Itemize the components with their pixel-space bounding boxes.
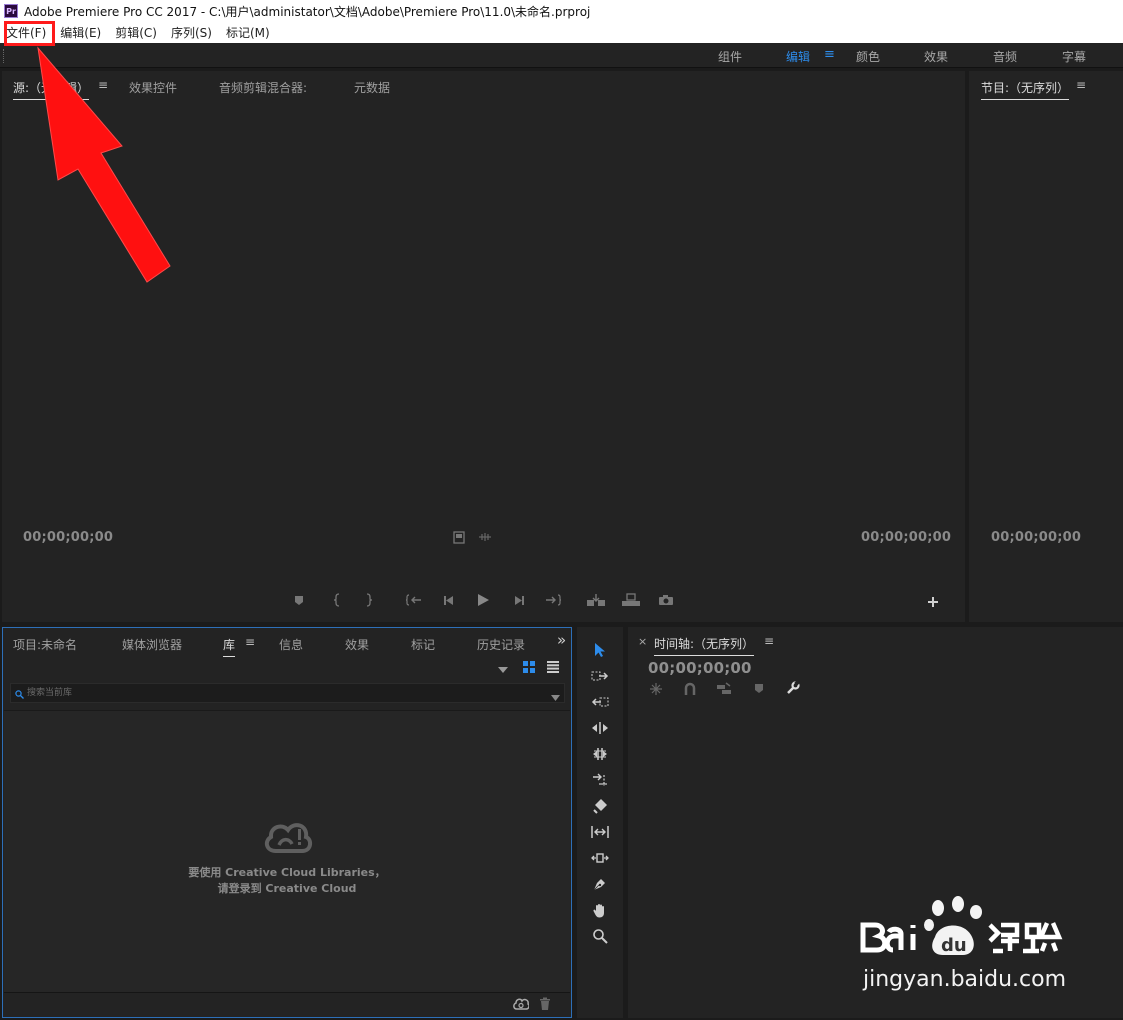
library-search-field bbox=[10, 683, 565, 703]
tab-source[interactable]: 源:（无剪辑） bbox=[13, 79, 90, 100]
library-dropdown-chevron-icon[interactable] bbox=[498, 663, 508, 677]
source-monitor-panel: 源:（无剪辑） ≡ 效果控件 音频剪辑混合器: 元数据 00;00;00;00 … bbox=[2, 71, 965, 622]
linked-selection-icon[interactable] bbox=[716, 682, 732, 696]
drag-grip-icon[interactable] bbox=[3, 49, 6, 63]
menu-clip[interactable]: 剪辑(C) bbox=[115, 24, 157, 41]
overwrite-icon[interactable] bbox=[621, 593, 641, 607]
timeline-add-marker-icon[interactable] bbox=[754, 683, 764, 694]
window-title: Adobe Premiere Pro CC 2017 - C:\用户\admin… bbox=[24, 4, 591, 19]
workspace-tab-assembly[interactable]: 组件 bbox=[718, 48, 742, 65]
mark-in-icon[interactable] bbox=[333, 593, 341, 607]
tab-media-browser[interactable]: 媒体浏览器 bbox=[122, 636, 182, 653]
track-select-backward-tool-icon[interactable] bbox=[590, 692, 610, 712]
pen-tool-icon[interactable] bbox=[590, 874, 610, 894]
insert-icon[interactable] bbox=[586, 593, 606, 607]
hand-tool-icon[interactable] bbox=[590, 900, 610, 920]
button-editor-plus-icon[interactable] bbox=[927, 596, 939, 608]
source-duration-timecode: 00;00;00;00 bbox=[861, 530, 952, 545]
tab-project[interactable]: 项目:未命名 bbox=[13, 636, 77, 653]
library-search-input[interactable] bbox=[27, 686, 527, 700]
menu-bar: 文件(F) 编辑(E) 剪辑(C) 序列(S) 标记(M) bbox=[0, 22, 1123, 43]
razor-tool-icon[interactable] bbox=[590, 796, 610, 816]
menu-edit[interactable]: 编辑(E) bbox=[60, 24, 101, 41]
step-forward-icon[interactable] bbox=[512, 595, 526, 606]
tab-history[interactable]: 历史记录 bbox=[477, 636, 525, 653]
timeline-close-icon[interactable]: × bbox=[638, 635, 647, 648]
mark-out-icon[interactable] bbox=[365, 593, 373, 607]
timeline-settings-wrench-icon[interactable] bbox=[786, 681, 800, 695]
timeline-playhead-timecode[interactable]: 00;00;00;00 bbox=[648, 659, 752, 677]
tab-markers[interactable]: 标记 bbox=[411, 636, 435, 653]
tab-effect-controls[interactable]: 效果控件 bbox=[129, 79, 177, 96]
step-back-icon[interactable] bbox=[442, 595, 456, 606]
source-panel-menu-icon[interactable]: ≡ bbox=[98, 78, 108, 92]
rate-stretch-tool-icon[interactable] bbox=[590, 770, 610, 790]
ripple-edit-tool-icon[interactable] bbox=[590, 718, 610, 738]
menu-sequence[interactable]: 序列(S) bbox=[171, 24, 212, 41]
tab-audio-clip-mixer[interactable]: 音频剪辑混合器: bbox=[219, 79, 307, 96]
rolling-edit-tool-icon[interactable] bbox=[590, 744, 610, 764]
library-content-area: 要使用 Creative Cloud Libraries， 请登录到 Creat… bbox=[4, 710, 570, 993]
icon-view-icon[interactable] bbox=[523, 661, 535, 676]
library-footer-bar bbox=[4, 992, 570, 1016]
play-icon[interactable] bbox=[477, 593, 490, 607]
workspace-tab-titles[interactable]: 字幕 bbox=[1062, 48, 1086, 65]
menu-marker[interactable]: 标记(M) bbox=[226, 24, 270, 41]
source-panel-header: 源:（无剪辑） ≡ 效果控件 音频剪辑混合器: 元数据 bbox=[2, 71, 965, 100]
add-marker-icon[interactable] bbox=[294, 595, 304, 606]
trash-icon[interactable] bbox=[539, 997, 551, 1014]
workspace-tab-effects[interactable]: 效果 bbox=[924, 48, 948, 65]
snap-magnet-icon[interactable] bbox=[684, 682, 696, 696]
tab-program[interactable]: 节目:（无序列） bbox=[981, 79, 1070, 100]
tab-libraries[interactable]: 库 bbox=[223, 636, 236, 657]
search-icon bbox=[15, 688, 24, 702]
library-signin-message-line1: 要使用 Creative Cloud Libraries， bbox=[188, 866, 386, 879]
tab-effects[interactable]: 效果 bbox=[345, 636, 369, 653]
nest-sequence-icon[interactable] bbox=[649, 682, 663, 696]
slide-tool-icon[interactable] bbox=[590, 848, 610, 868]
workspace-menu-icon[interactable]: ≡ bbox=[824, 47, 835, 62]
workspace-bar: 组件 编辑 ≡ 颜色 效果 音频 字幕 bbox=[0, 43, 1123, 68]
libraries-panel-menu-icon[interactable]: ≡ bbox=[245, 635, 255, 649]
tools-panel bbox=[577, 627, 623, 1018]
selection-tool-icon[interactable] bbox=[590, 640, 610, 660]
source-playhead-timecode[interactable]: 00;00;00;00 bbox=[23, 530, 113, 545]
panel-overflow-icon[interactable]: » bbox=[557, 631, 566, 649]
drag-audio-icon[interactable] bbox=[478, 532, 492, 542]
program-playhead-timecode[interactable]: 00;00;00;00 bbox=[991, 530, 1081, 545]
tab-timeline[interactable]: 时间轴:（无序列） bbox=[654, 635, 755, 656]
annotation-highlight-box bbox=[4, 21, 55, 46]
export-frame-camera-icon[interactable] bbox=[658, 594, 674, 606]
library-signin-message-line2: 请登录到 Creative Cloud bbox=[217, 882, 357, 895]
search-dropdown-chevron-icon[interactable] bbox=[551, 690, 560, 704]
tab-metadata[interactable]: 元数据 bbox=[354, 79, 390, 96]
workspace-tab-editing[interactable]: 编辑 bbox=[786, 48, 810, 65]
library-selector-bar bbox=[9, 658, 565, 678]
timeline-panel: × 时间轴:（无序列） ≡ 00;00;00;00 bbox=[628, 627, 1123, 1018]
track-select-forward-tool-icon[interactable] bbox=[590, 666, 610, 686]
program-monitor-panel: 节目:（无序列） ≡ 00;00;00;00 bbox=[969, 71, 1123, 622]
creative-cloud-sync-icon bbox=[262, 819, 314, 858]
workspace-tab-color[interactable]: 颜色 bbox=[856, 48, 880, 65]
list-view-icon[interactable] bbox=[547, 661, 559, 676]
slip-tool-icon[interactable] bbox=[590, 822, 610, 842]
tab-info[interactable]: 信息 bbox=[279, 636, 303, 653]
timeline-panel-menu-icon[interactable]: ≡ bbox=[764, 634, 774, 648]
program-panel-menu-icon[interactable]: ≡ bbox=[1076, 78, 1086, 92]
go-to-out-icon[interactable] bbox=[544, 594, 562, 606]
go-to-in-icon[interactable] bbox=[405, 594, 423, 606]
premiere-app-icon: Pr bbox=[4, 4, 18, 18]
creative-cloud-icon[interactable] bbox=[513, 998, 530, 1013]
workspace-tab-audio[interactable]: 音频 bbox=[993, 48, 1017, 65]
drag-video-icon[interactable] bbox=[453, 531, 465, 544]
title-bar: Pr Adobe Premiere Pro CC 2017 - C:\用户\ad… bbox=[0, 0, 1123, 22]
libraries-panel: 项目:未命名 媒体浏览器 库 ≡ 信息 效果 标记 历史记录 » 要使用 Cre… bbox=[2, 627, 572, 1018]
zoom-tool-icon[interactable] bbox=[590, 926, 610, 946]
